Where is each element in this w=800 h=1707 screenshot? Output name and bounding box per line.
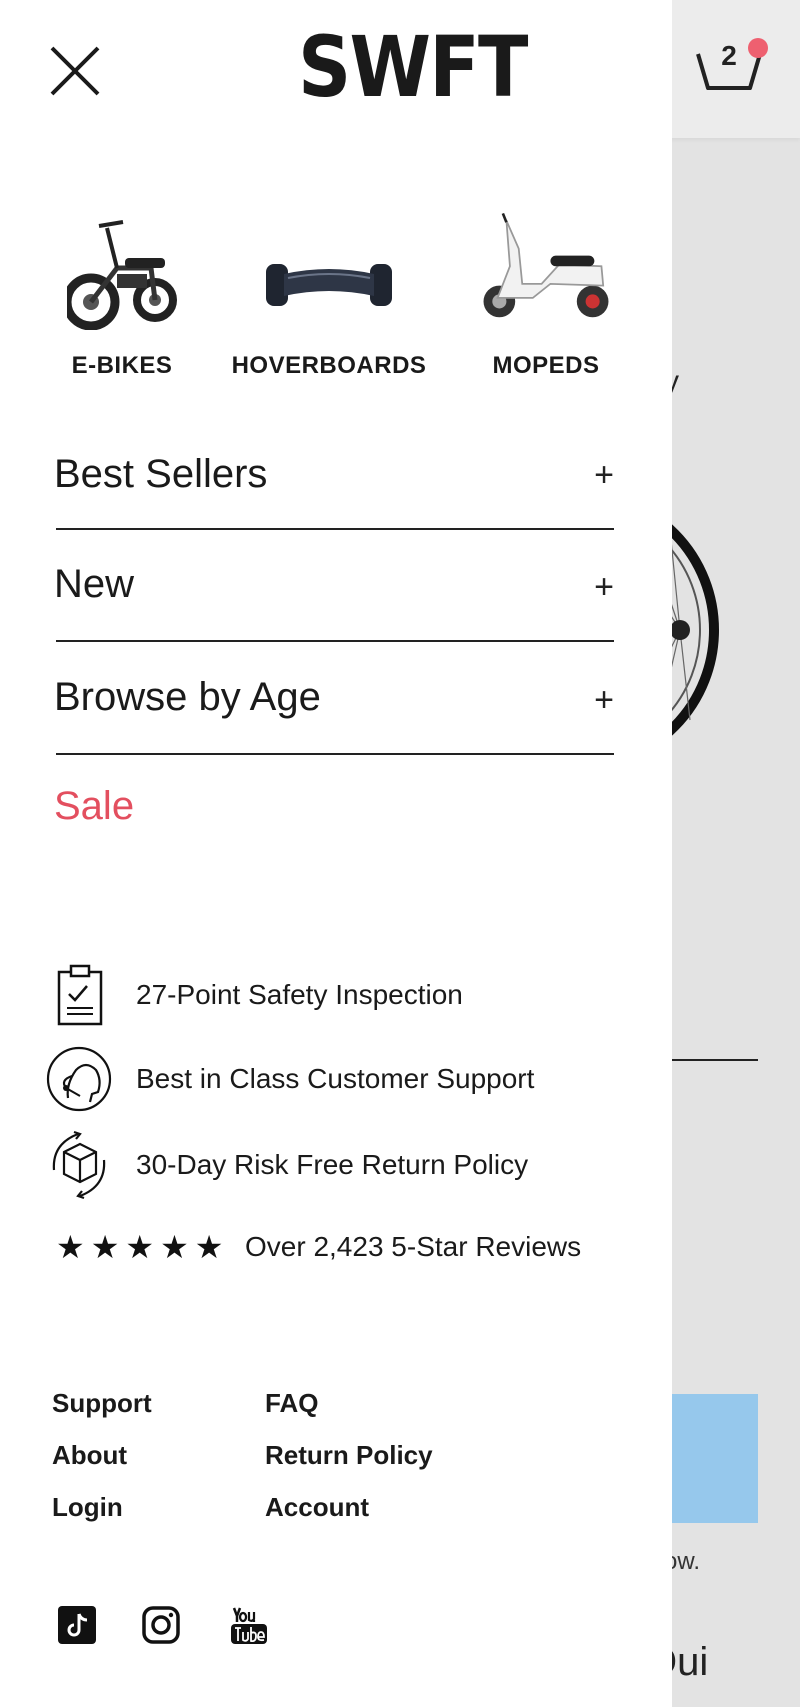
reviews-count-text[interactable]: Over 2,423 5-Star Reviews <box>245 1231 581 1263</box>
five-star-rating: ★★★★★ <box>56 1229 230 1265</box>
menu-item-sale[interactable]: Sale <box>54 784 134 829</box>
brand-logo[interactable]: SWFT <box>298 24 528 110</box>
expand-plus-icon: + <box>594 456 614 494</box>
tiktok-link[interactable] <box>56 1604 98 1646</box>
category-label: HOVERBOARDS <box>231 352 427 379</box>
return-box-icon <box>46 1130 112 1200</box>
footer-link-login[interactable]: Login <box>52 1492 123 1523</box>
menu-item-label: Best Sellers <box>54 452 268 496</box>
category-label: E-BIKES <box>71 352 173 379</box>
instagram-icon <box>142 1606 180 1644</box>
expand-plus-icon: + <box>594 568 614 606</box>
divider <box>56 528 614 530</box>
footer-link-account[interactable]: Account <box>265 1492 369 1523</box>
footer-link-support[interactable]: Support <box>52 1388 152 1419</box>
moped-image <box>480 200 612 330</box>
footer-link-about[interactable]: About <box>52 1440 127 1471</box>
cart-button[interactable]: 2 <box>694 30 768 100</box>
category-hoverboards[interactable]: HOVERBOARDS <box>224 200 434 380</box>
footer-link-return-policy[interactable]: Return Policy <box>265 1440 433 1471</box>
close-icon <box>50 46 100 96</box>
youtube-icon <box>231 1607 267 1644</box>
menu-item-best-sellers[interactable]: Best Sellers + <box>54 448 614 532</box>
clipboard-check-icon <box>46 962 112 1028</box>
divider <box>56 753 614 755</box>
ebike-image <box>56 200 188 330</box>
menu-item-label: Browse by Age <box>54 675 321 719</box>
expand-plus-icon: + <box>594 681 614 719</box>
hoverboard-image <box>224 200 434 330</box>
menu-item-new[interactable]: New + <box>54 560 614 644</box>
instagram-link[interactable] <box>140 1604 182 1646</box>
feature-text: 30-Day Risk Free Return Policy <box>136 1149 529 1180</box>
feature-customer-support: Best in Class Customer Support <box>46 1044 646 1114</box>
footer-link-faq[interactable]: FAQ <box>265 1388 318 1419</box>
menu-item-label: New <box>54 562 135 606</box>
feature-text: Best in Class Customer Support <box>136 1063 535 1094</box>
navigation-drawer: SWFT E-BIKES HOVERBOARDS MOPEDS Best Sel… <box>0 0 672 1707</box>
feature-safety-inspection: 27-Point Safety Inspection <box>46 960 646 1030</box>
feature-return-policy: 30-Day Risk Free Return Policy <box>46 1130 646 1200</box>
background-divider <box>672 1059 758 1061</box>
close-menu-button[interactable] <box>48 44 104 100</box>
background-blue-button <box>672 1394 758 1523</box>
menu-item-browse-by-age[interactable]: Browse by Age + <box>54 673 614 757</box>
cart-count: 2 <box>721 40 737 71</box>
category-mopeds[interactable]: MOPEDS <box>480 200 612 380</box>
divider <box>56 640 614 642</box>
tiktok-icon <box>58 1606 96 1644</box>
feature-text: 27-Point Safety Inspection <box>136 979 463 1010</box>
category-ebikes[interactable]: E-BIKES <box>56 200 188 380</box>
category-label: MOPEDS <box>492 352 600 379</box>
cart-notification-dot <box>748 38 768 58</box>
youtube-link[interactable] <box>228 1604 270 1646</box>
support-headset-icon <box>46 1046 112 1112</box>
